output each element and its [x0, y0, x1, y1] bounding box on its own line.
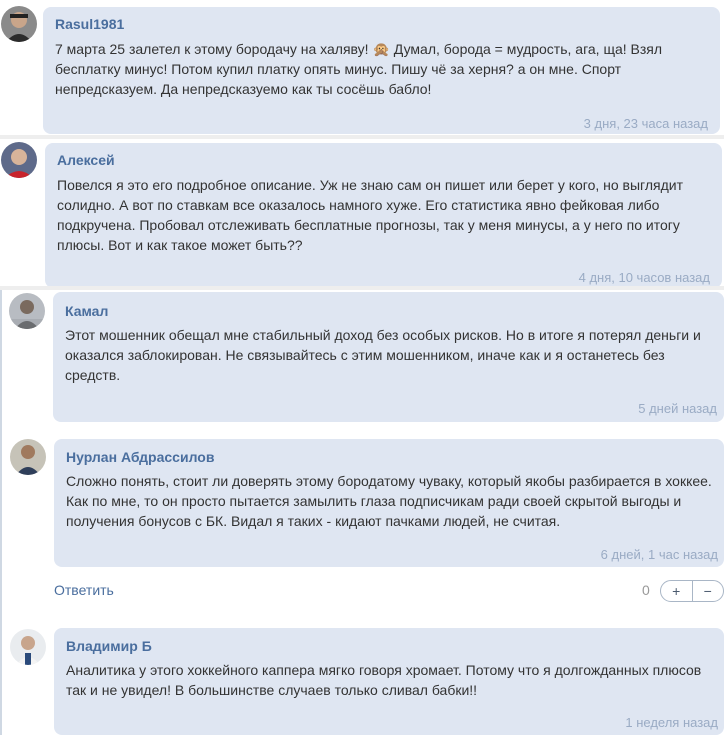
author-name[interactable]: Владимир Б [66, 638, 152, 654]
comment-text: Этот мошенник обещал мне стабильный дохо… [65, 327, 701, 383]
comment-text: Повелся я это его подробное описание. Уж… [57, 177, 684, 253]
minus-icon[interactable]: − [691, 581, 724, 601]
comment-vladimir: Владимир Б Аналитика у этого хоккейного … [0, 625, 724, 735]
comment-timestamp: 5 дней назад [638, 401, 717, 416]
author-name[interactable]: Алексей [57, 152, 115, 168]
comment-rasul1981: Rasul1981 7 марта 25 залетел к этому бор… [0, 0, 724, 140]
author-name[interactable]: Нурлан Абдрассилов [66, 449, 214, 465]
comment-aleksey: Алексей Повелся я это его подробное опис… [0, 138, 724, 290]
comment-timestamp: 4 дня, 10 часов назад [578, 270, 710, 285]
comment-timestamp: 1 неделя назад [625, 715, 718, 730]
avatar[interactable] [1, 142, 37, 178]
comment-nurlan: Нурлан Абдрассилов Сложно понять, стоит … [0, 436, 724, 570]
author-name[interactable]: Камал [65, 303, 108, 319]
avatar[interactable] [10, 439, 46, 475]
monkey-emoji-icon: 🙊 [372, 41, 390, 57]
comment-timestamp: 6 дней, 1 час назад [600, 547, 718, 562]
reply-link[interactable]: Ответить [54, 582, 114, 598]
vote-buttons: + − [660, 580, 724, 602]
comment-timestamp: 3 дня, 23 часа назад [583, 116, 708, 131]
avatar[interactable] [10, 629, 46, 665]
comment-text: Аналитика у этого хоккейного каппера мяг… [66, 662, 702, 698]
comment-kamal: Камал Этот мошенник обещал мне стабильны… [0, 290, 724, 426]
comment-text-part: 7 марта 25 залетел к этому бородачу на х… [55, 41, 373, 57]
avatar[interactable] [9, 293, 45, 329]
author-name[interactable]: Rasul1981 [55, 16, 124, 32]
avatar[interactable] [1, 6, 37, 42]
vote-count: 0 [642, 582, 650, 598]
comment-text: Сложно понять, стоит ли доверять этому б… [66, 473, 712, 529]
comment-text: 7 марта 25 залетел к этому бородачу на х… [55, 39, 710, 99]
plus-icon[interactable]: + [661, 581, 692, 601]
